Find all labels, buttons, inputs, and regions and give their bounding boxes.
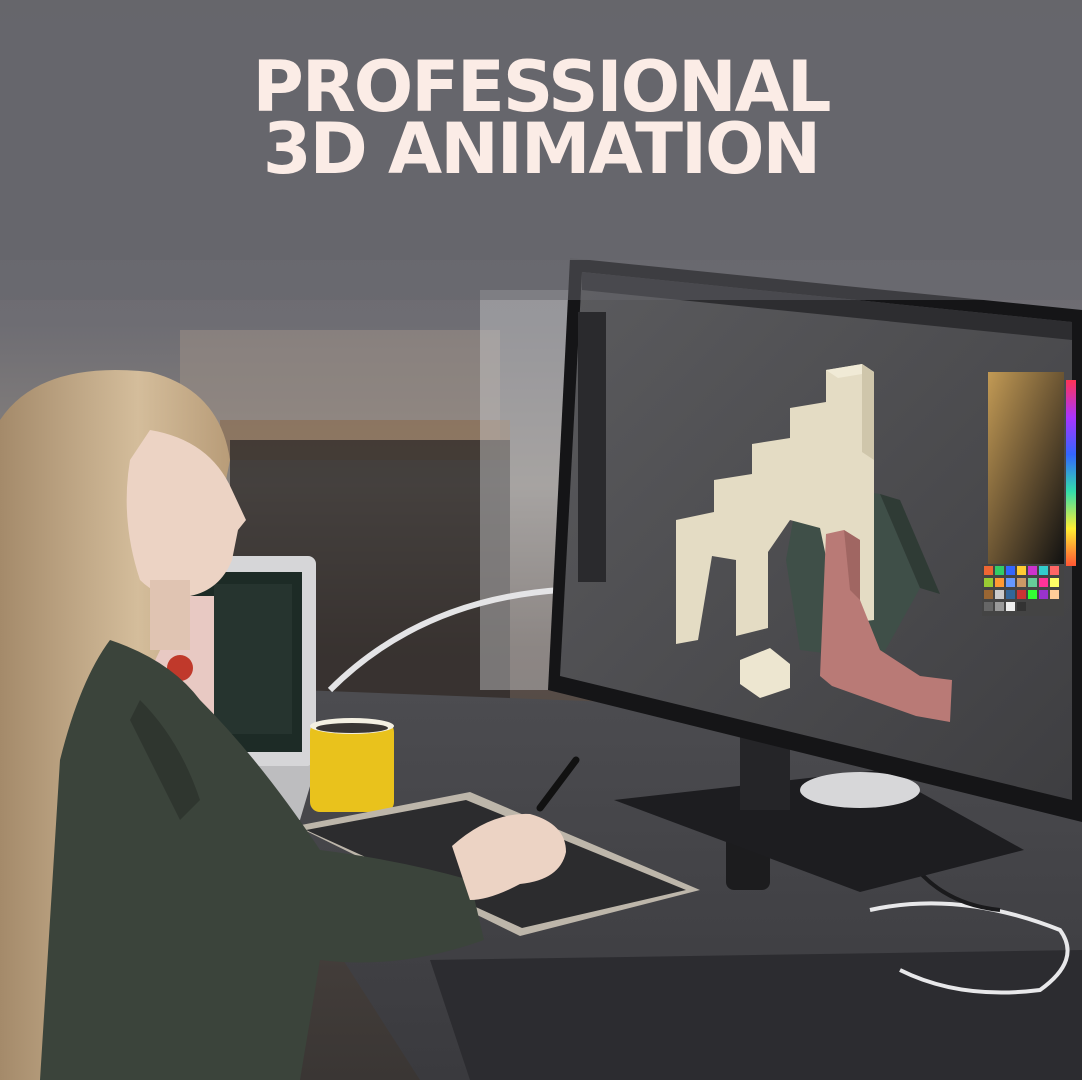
- hero-scene: PROFESSIONAL 3D ANIMATION: [0, 0, 1082, 1080]
- swatch-grid: [982, 564, 1064, 616]
- headline-line-2: 3D ANIMATION: [262, 108, 821, 190]
- headline: PROFESSIONAL 3D ANIMATION: [0, 52, 1082, 190]
